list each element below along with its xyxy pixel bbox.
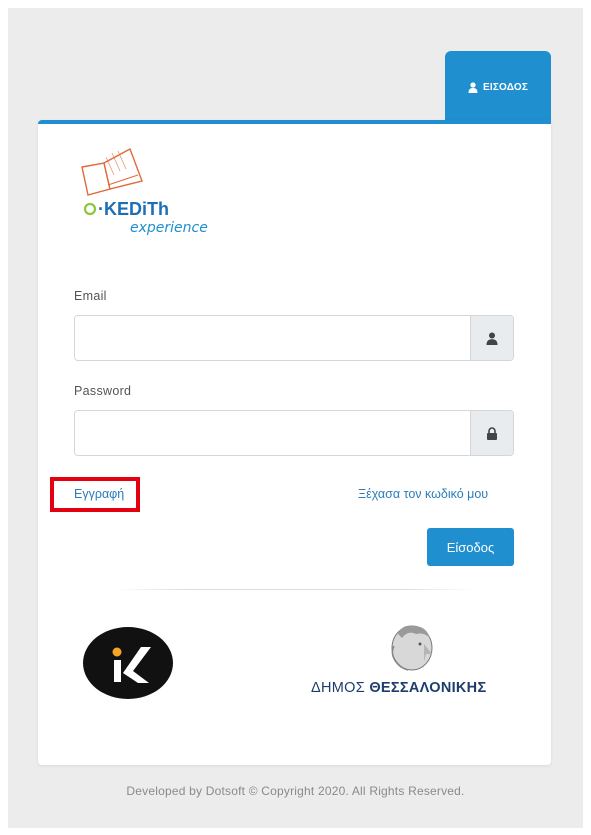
lock-icon [470, 411, 513, 455]
divider [115, 589, 475, 590]
municipality-logo-text: ΔΗΜΟΣ ΘΕΣΣΑΛΟΝΙΚΗΣ [311, 680, 486, 696]
password-input[interactable] [75, 411, 470, 455]
user-icon [468, 81, 478, 93]
tab-login[interactable]: ΕΙΣΟΔΟΣ [445, 51, 551, 123]
password-label: Password [74, 384, 132, 398]
municipality-prefix: ΔΗΜΟΣ [311, 680, 365, 696]
svg-text:·KEDiTh: ·KEDiTh [98, 199, 169, 219]
email-input[interactable] [75, 316, 470, 360]
email-field-group [74, 315, 514, 361]
footer-copyright: Developed by Dotsoft © Copyright 2020. A… [126, 784, 465, 798]
alexander-head-emblem [391, 625, 433, 671]
login-button[interactable]: Είσοδος [427, 528, 514, 566]
municipality-name: ΘΕΣΣΑΛΟΝΙΚΗΣ [369, 680, 487, 696]
k-logo [83, 627, 173, 699]
email-label: Email [74, 289, 107, 303]
tab-login-label: ΕΙΣΟΔΟΣ [482, 81, 529, 93]
e-kedith-logo: ·KEDiTh experience [81, 148, 208, 236]
svg-text:experience: experience [130, 220, 208, 236]
user-icon [470, 316, 513, 360]
forgot-password-link[interactable]: Ξέχασα τον κωδικό μου [358, 487, 488, 501]
password-field-group [74, 410, 514, 456]
register-highlight-box [50, 477, 140, 512]
